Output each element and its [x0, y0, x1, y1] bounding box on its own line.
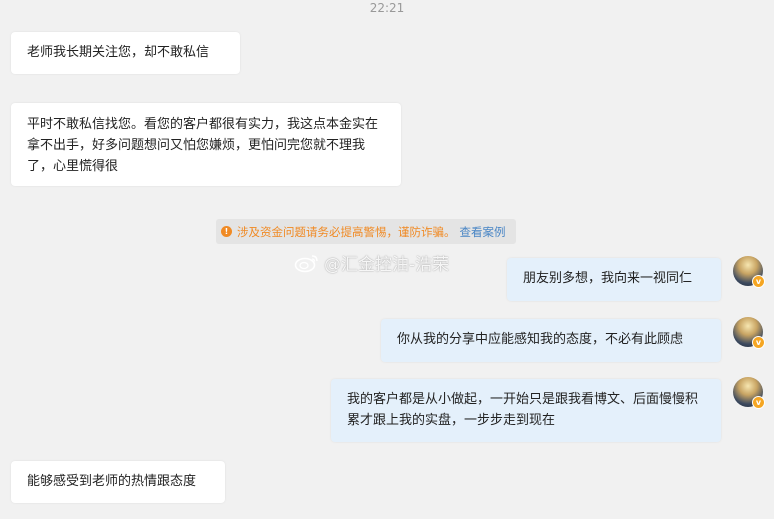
weibo-watermark: @汇金控油-浩荣: [294, 250, 449, 275]
watermark-text: @汇金控油-浩荣: [324, 255, 450, 275]
message-bubble-sent[interactable]: 朋友别多想，我向来一视同仁: [507, 258, 721, 301]
warning-icon: !: [221, 226, 232, 237]
verified-badge-icon: v: [752, 275, 765, 288]
message-bubble-sent[interactable]: 你从我的分享中应能感知我的态度，不必有此顾虑: [381, 319, 721, 362]
message-text: 朋友别多想，我向来一视同仁: [523, 271, 693, 286]
avatar[interactable]: v: [733, 317, 765, 349]
message-text: 能够感受到老师的热情跟态度: [27, 474, 197, 489]
message-bubble-received[interactable]: 能够感受到老师的热情跟态度: [11, 461, 225, 503]
weibo-icon: [294, 254, 318, 272]
message-bubble-received[interactable]: 老师我长期关注您，却不敢私信: [11, 32, 240, 74]
fraud-warning-notice: ! 涉及资金问题请务必提高警惕，谨防诈骗。 查看案例: [216, 219, 516, 244]
message-timestamp: 22:21: [369, 1, 405, 15]
warning-text: 涉及资金问题请务必提高警惕，谨防诈骗。: [237, 224, 456, 239]
view-cases-link[interactable]: 查看案例: [460, 224, 506, 240]
avatar[interactable]: v: [733, 377, 765, 409]
avatar[interactable]: v: [733, 256, 765, 288]
message-text: 平时不敢私信找您。看您的客户都很有实力，我这点本金实在拿不出手，好多问题想问又怕…: [27, 117, 379, 174]
verified-badge-icon: v: [752, 336, 765, 349]
message-text: 你从我的分享中应能感知我的态度，不必有此顾虑: [397, 332, 684, 347]
message-bubble-received[interactable]: 平时不敢私信找您。看您的客户都很有实力，我这点本金实在拿不出手，好多问题想问又怕…: [11, 103, 401, 186]
verified-badge-icon: v: [752, 396, 765, 409]
message-text: 我的客户都是从小做起，一开始只是跟我看博文、后面慢慢积累才跟上我的实盘，一步步走…: [347, 392, 699, 428]
message-text: 老师我长期关注您，却不敢私信: [27, 45, 210, 60]
message-bubble-sent[interactable]: 我的客户都是从小做起，一开始只是跟我看博文、后面慢慢积累才跟上我的实盘，一步步走…: [331, 379, 721, 442]
